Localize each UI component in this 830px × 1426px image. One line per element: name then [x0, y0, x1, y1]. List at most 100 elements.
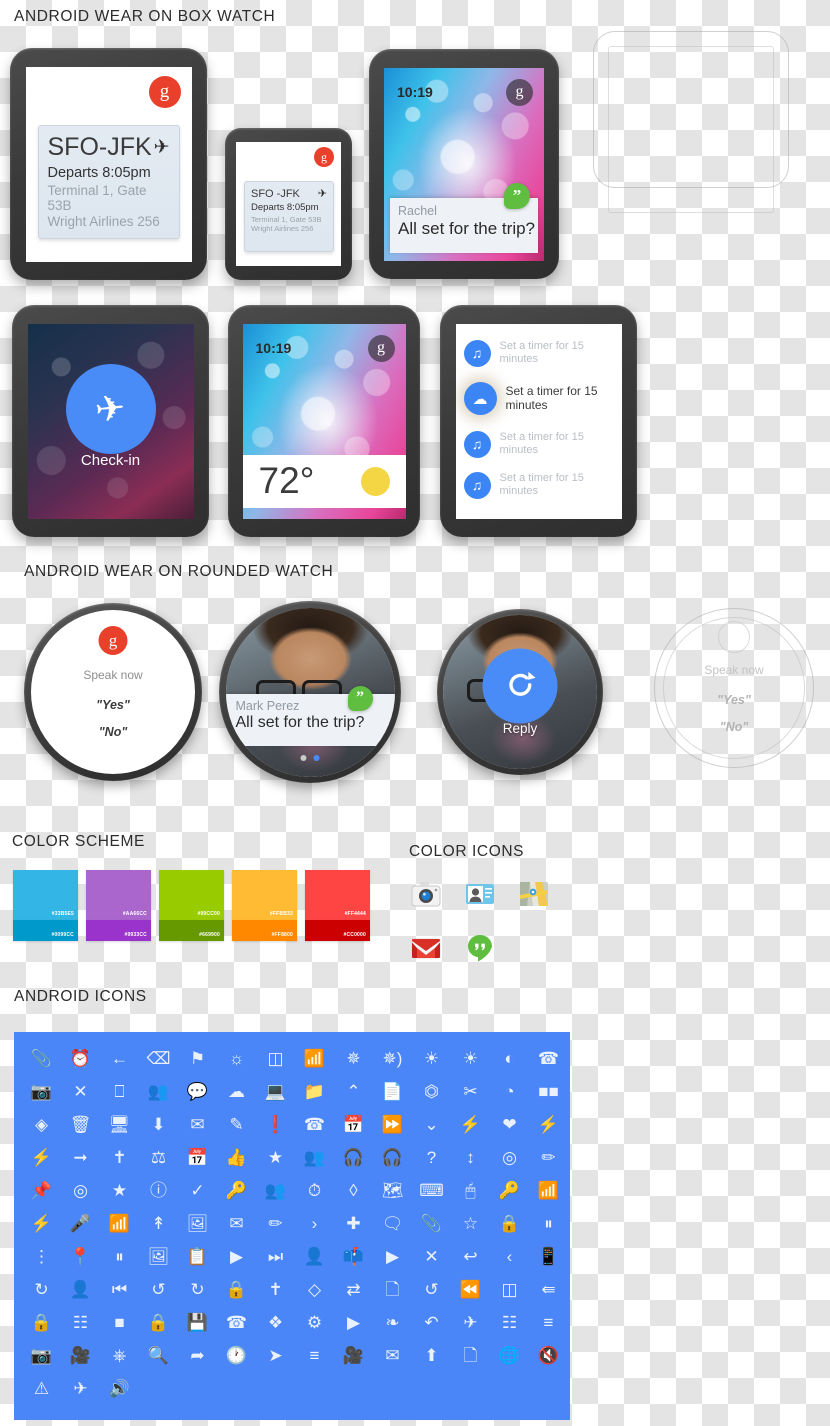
clock-icon[interactable]: 🕐 [217, 1339, 256, 1372]
battery-icon[interactable]: ◫ [256, 1042, 295, 1075]
copy-icon[interactable]: 📄 [373, 1075, 412, 1108]
phone-in-talk-icon[interactable]: ☎ [217, 1306, 256, 1339]
round-watch-message[interactable]: Mark Perez All set for the trip? ” [219, 601, 401, 783]
list-item[interactable]: ☁ Set a timer for 15 minutes [463, 374, 614, 424]
pencil-ruler-icon[interactable]: ✏ [529, 1141, 568, 1174]
flash-off-2-icon[interactable]: ⚡ [22, 1207, 61, 1240]
pin-icon[interactable]: 📌 [22, 1174, 61, 1207]
settings-icon[interactable]: ⚙ [295, 1306, 334, 1339]
lock-closed-icon[interactable]: 🔒 [139, 1306, 178, 1339]
fullscreen-exit-icon[interactable]: ✝ [100, 1141, 139, 1174]
add-email-icon[interactable]: ✉ [217, 1207, 256, 1240]
folder-icon[interactable]: 📁 [295, 1075, 334, 1108]
history-add-icon[interactable]: ⏱ [295, 1174, 334, 1207]
play-box-icon[interactable]: ▶ [334, 1306, 373, 1339]
color-swatch[interactable]: #99CC00 #669900 [159, 870, 224, 941]
chevron-right-icon[interactable]: › [295, 1207, 334, 1240]
add-attachment-icon[interactable]: 📎 [412, 1207, 451, 1240]
airplane-2-icon[interactable]: ✈ [61, 1372, 100, 1405]
group-add-icon[interactable]: 👥 [139, 1075, 178, 1108]
swap-vert-icon[interactable]: ↕ [451, 1141, 490, 1174]
chevron-left-icon[interactable]: ‹ [490, 1240, 529, 1273]
filter-center-icon[interactable]: ◊ [334, 1174, 373, 1207]
flash-icon[interactable]: ⚡ [22, 1141, 61, 1174]
watch-screen[interactable]: ✈ Check-in [27, 323, 194, 519]
arrow-back-icon[interactable]: ← [100, 1042, 139, 1075]
bookmark-icon[interactable]: ⚑ [178, 1042, 217, 1075]
window-add-icon[interactable]: 🗋 [373, 1273, 412, 1306]
crop-icon[interactable]: ⏣ [412, 1075, 451, 1108]
lock-icon[interactable]: 🔒 [490, 1207, 529, 1240]
brightness-auto-icon[interactable]: ☀ [412, 1042, 451, 1075]
chat-icon[interactable]: 💬 [178, 1075, 217, 1108]
share-icon[interactable]: ❧ [373, 1306, 412, 1339]
pause-icon[interactable]: ⏸ [100, 1240, 139, 1273]
navigation-icon[interactable]: ◈ [22, 1108, 61, 1141]
google-badge[interactable]: g [148, 75, 181, 108]
thumb-up-icon[interactable]: 👍 [217, 1141, 256, 1174]
fullscreen-exit-2-icon[interactable]: ✝ [256, 1273, 295, 1306]
view-module-icon[interactable]: ☷ [490, 1306, 529, 1339]
dialpad-icon[interactable]: ■■ [529, 1075, 568, 1108]
wifi-icon[interactable]: 📶 [100, 1207, 139, 1240]
pie-chart-icon[interactable]: ◔ [490, 1075, 529, 1108]
help-icon[interactable]: ? [412, 1141, 451, 1174]
watch-screen[interactable]: g SFO -JFK ✈ Departs 8:05pm Terminal 1, … [236, 142, 341, 266]
color-swatch[interactable]: #AA66CC #9933CC [86, 870, 151, 941]
voice-option-yes[interactable]: "Yes" [31, 698, 195, 712]
box-watch-weather[interactable]: 10:19 g 72° [228, 305, 420, 537]
skip-next-icon[interactable]: ⏭ [256, 1240, 295, 1273]
cloud-icon[interactable]: ☁ [217, 1075, 256, 1108]
box-watch-flight-small[interactable]: g SFO -JFK ✈ Departs 8:05pm Terminal 1, … [225, 128, 352, 280]
edit-icon[interactable]: ✎ [217, 1108, 256, 1141]
swatch-primary[interactable]: #FFBB33 [232, 870, 297, 920]
keyboard-icon[interactable]: ⌨ [412, 1174, 451, 1207]
stop-icon[interactable]: ■ [100, 1306, 139, 1339]
box-watch-hangout[interactable]: 10:19 g Rachel All set for the trip? ” [369, 49, 559, 279]
add-comment-icon[interactable]: 🗨 [373, 1207, 412, 1240]
image-icon[interactable]: 🖼 [139, 1240, 178, 1273]
brightness-icon[interactable]: ☼ [217, 1042, 256, 1075]
flight-card[interactable]: SFO-JFK ✈ Departs 8:05pm Terminal 1, Gat… [37, 124, 180, 239]
globe-icon[interactable]: 🌐 [490, 1339, 529, 1372]
chevron-down-icon[interactable]: ⌄ [412, 1108, 451, 1141]
cloud-icon[interactable]: ☁ [463, 382, 497, 415]
cast-icon[interactable]: ⎕ [100, 1075, 139, 1108]
skip-previous-icon[interactable]: ⏮ [100, 1273, 139, 1306]
fast-forward-icon[interactable]: ⏩ [373, 1108, 412, 1141]
mail-read-icon[interactable]: ✉ [373, 1339, 412, 1372]
google-badge[interactable]: g [506, 78, 533, 106]
hangouts-icon[interactable] [464, 932, 496, 964]
screen-rotation-icon[interactable]: ◇ [295, 1273, 334, 1306]
contacts-icon[interactable] [464, 878, 496, 910]
google-badge[interactable]: g [314, 147, 334, 167]
voice-option-no[interactable]: "No" [31, 725, 195, 739]
email-icon[interactable]: ✉ [178, 1108, 217, 1141]
swatch-dark[interactable]: #FF8800 [232, 920, 297, 941]
shuffle-icon[interactable]: ❖ [256, 1306, 295, 1339]
flash-off-icon[interactable]: ⚡ [451, 1108, 490, 1141]
restore-icon[interactable]: ↺ [412, 1273, 451, 1306]
video-rotate-icon[interactable]: 🎥 [334, 1339, 373, 1372]
event-icon[interactable]: 📅 [334, 1108, 373, 1141]
group-add-2-icon[interactable]: 👥 [256, 1174, 295, 1207]
watch-screen[interactable]: g SFO-JFK ✈ Departs 8:05pm Terminal 1, G… [25, 66, 192, 262]
usb-icon[interactable]: ⎈ [100, 1339, 139, 1372]
bluetooth-audio-icon[interactable]: ✵) [373, 1042, 412, 1075]
check-icon[interactable]: ✓ [178, 1174, 217, 1207]
calendar-icon[interactable]: 📅 [178, 1141, 217, 1174]
list-item[interactable]: ♫ Set a timer for 15 minutes [463, 465, 614, 506]
close-icon[interactable]: ✕ [61, 1075, 100, 1108]
add-photo-icon[interactable]: 🖼 [178, 1207, 217, 1240]
swatch-primary[interactable]: #99CC00 [159, 870, 224, 920]
more-vert-icon[interactable]: ⋮ [22, 1240, 61, 1273]
swatch-dark[interactable]: #CC0000 [305, 920, 370, 941]
checkin-action-circle[interactable]: ✈ [65, 364, 156, 455]
pagination-dot[interactable] [300, 754, 307, 761]
send-icon[interactable]: ➦ [178, 1339, 217, 1372]
headphones-icon[interactable]: ♫ [463, 430, 491, 458]
warning-icon[interactable]: ⚠ [22, 1372, 61, 1405]
headphones-icon[interactable]: ♫ [463, 339, 491, 367]
gmail-icon[interactable] [410, 932, 442, 964]
google-badge[interactable]: g [367, 334, 395, 362]
